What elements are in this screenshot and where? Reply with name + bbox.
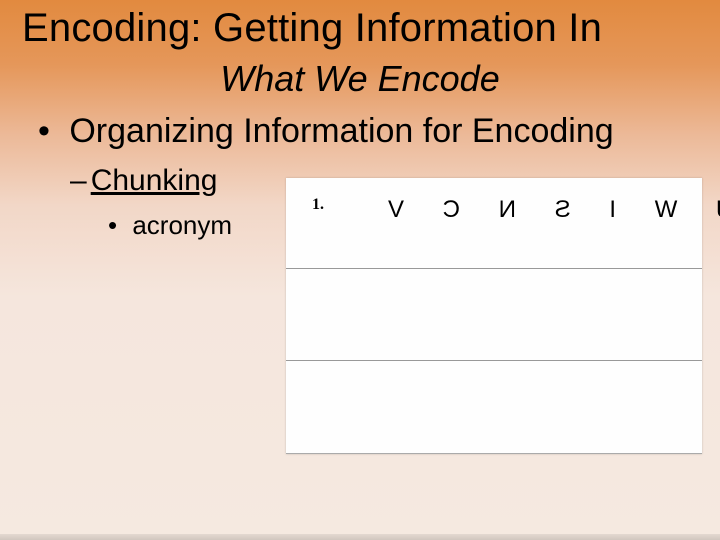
figure-glyphs: J W I S N C V <box>372 196 720 224</box>
dash-icon: – <box>70 164 87 197</box>
figure-row: 1. J W I S N C V <box>286 178 702 268</box>
bullet-level3: acronym <box>108 210 232 241</box>
slide: Encoding: Getting Information In What We… <box>0 0 720 540</box>
slide-subtitle: What We Encode <box>0 58 720 100</box>
bullet-level3-text: acronym <box>132 210 232 240</box>
bullet-level1-text: Organizing Information for Encoding <box>69 112 613 150</box>
slide-title: Encoding: Getting Information In <box>22 6 698 51</box>
bullet-level1: Organizing Information for Encoding <box>38 112 614 151</box>
figure-bottom-border <box>286 453 702 454</box>
slide-bottom-edge <box>0 534 720 540</box>
figure-glyphs-wrap: J W I S N C V <box>372 196 720 224</box>
figure-row <box>286 268 702 359</box>
bullet-level2: –Chunking <box>70 164 217 198</box>
chunking-figure: 1. J W I S N C V <box>286 178 702 454</box>
figure-item-number: 1. <box>312 196 324 214</box>
figure-row <box>286 360 702 451</box>
bullet-level2-text: Chunking <box>91 164 218 197</box>
